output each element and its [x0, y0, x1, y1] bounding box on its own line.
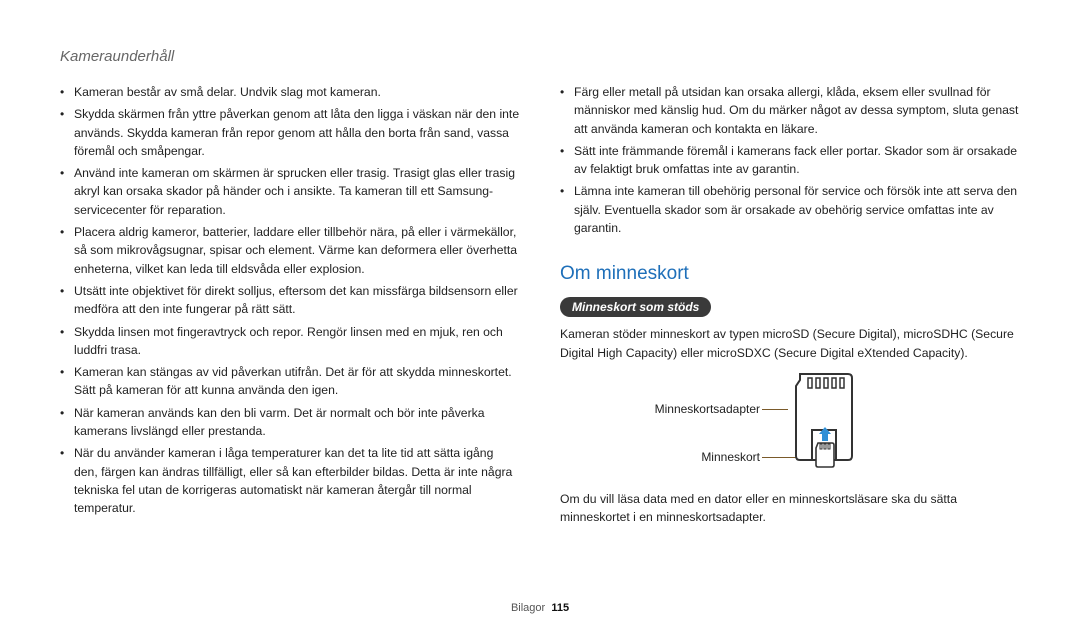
section-heading: Om minneskort [560, 263, 1020, 285]
page-footer: Bilagor 115 [0, 602, 1080, 614]
bullet-item: Kameran består av små delar. Undvik slag… [60, 83, 520, 101]
left-bullet-list: Kameran består av små delar. Undvik slag… [60, 83, 520, 518]
adapter-label: Minneskortsadapter [640, 402, 760, 416]
card-label: Minneskort [640, 450, 760, 464]
bullet-item: När du använder kameran i låga temperatu… [60, 444, 520, 517]
bullet-item: Utsätt inte objektivet för direkt sollju… [60, 282, 520, 319]
bullet-item: Kameran kan stängas av vid påverkan utif… [60, 363, 520, 400]
intro-paragraph: Kameran stöder minneskort av typen micro… [560, 325, 1020, 362]
footer-section: Bilagor [511, 602, 545, 614]
bullet-item: När kameran används kan den bli varm. De… [60, 404, 520, 441]
subsection-pill: Minneskort som stöds [560, 297, 711, 317]
bullet-item: Använd inte kameran om skärmen är spruck… [60, 164, 520, 219]
page-header: Kameraunderhåll [60, 48, 1020, 65]
bullet-item: Sätt inte främmande föremål i kamerans f… [560, 142, 1020, 179]
micro-sd-icon [815, 442, 835, 468]
left-column: Kameran består av små delar. Undvik slag… [60, 83, 520, 537]
right-column: Färg eller metall på utsidan kan orsaka … [560, 83, 1020, 537]
right-bullet-list: Färg eller metall på utsidan kan orsaka … [560, 83, 1020, 237]
arrow-up-icon [819, 427, 831, 441]
content-columns: Kameran består av små delar. Undvik slag… [60, 83, 1020, 537]
bullet-item: Placera aldrig kameror, batterier, ladda… [60, 223, 520, 278]
bullet-item: Färg eller metall på utsidan kan orsaka … [560, 83, 1020, 138]
bullet-item: Skydda skärmen från yttre påverkan genom… [60, 105, 520, 160]
page-number: 115 [551, 602, 569, 614]
bullet-item: Lämna inte kameran till obehörig persona… [560, 182, 1020, 237]
leader-line [762, 409, 788, 410]
outro-paragraph: Om du vill läsa data med en dator eller … [560, 490, 1020, 527]
memory-card-diagram: Minneskortsadapter Minneskort [640, 372, 940, 482]
bullet-item: Skydda linsen mot fingeravtryck och repo… [60, 323, 520, 360]
